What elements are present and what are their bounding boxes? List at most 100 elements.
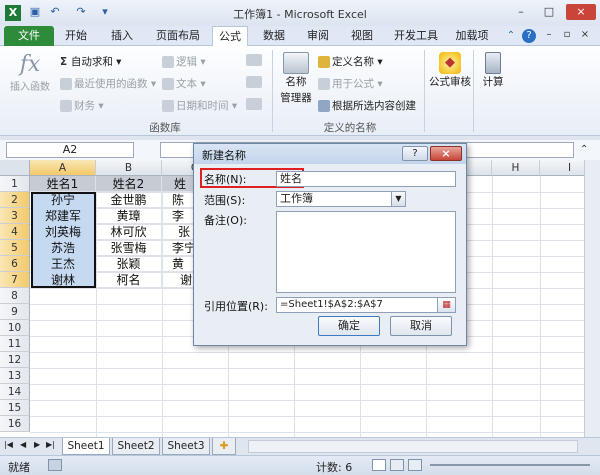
- normal-view-icon[interactable]: [372, 459, 386, 471]
- workbook-close-button[interactable]: ×: [578, 29, 592, 40]
- vertical-scrollbar[interactable]: [584, 160, 600, 437]
- horizontal-scrollbar[interactable]: [248, 440, 578, 453]
- minimize-button[interactable]: –: [510, 4, 532, 20]
- collapse-dialog-icon[interactable]: ▦: [437, 298, 455, 312]
- dropdown-arrow-icon[interactable]: ▼: [391, 192, 405, 206]
- ribbon-collapse-icon[interactable]: ⌃: [504, 29, 518, 43]
- row-header[interactable]: 16: [0, 416, 30, 432]
- tab-developer[interactable]: 开发工具: [388, 26, 444, 46]
- row-header[interactable]: 13: [0, 368, 30, 384]
- tab-addins[interactable]: 加载项: [450, 26, 494, 46]
- insert-function-button[interactable]: fx 插入函数: [6, 50, 54, 100]
- create-from-selection-button[interactable]: 根据所选内容创建: [318, 98, 416, 114]
- dialog-title-bar[interactable]: 新建名称 ? ×: [194, 144, 466, 164]
- page-break-view-icon[interactable]: [408, 459, 422, 471]
- dialog-close-button[interactable]: ×: [430, 146, 462, 161]
- logical-button[interactable]: 逻辑 ▾: [162, 54, 206, 70]
- name-input[interactable]: 姓名: [276, 171, 456, 187]
- close-button[interactable]: ×: [566, 4, 596, 20]
- cell-a5[interactable]: 苏浩: [30, 240, 96, 256]
- prev-sheet-icon[interactable]: ◀: [20, 440, 26, 449]
- sheet-tab-sheet1[interactable]: Sheet1: [62, 438, 110, 455]
- row-header[interactable]: 2: [0, 192, 30, 208]
- tab-data[interactable]: 数据: [256, 26, 292, 46]
- row-header[interactable]: 12: [0, 352, 30, 368]
- scope-select[interactable]: 工作簿 ▼: [276, 191, 406, 207]
- insert-function-label: 插入函数: [10, 82, 50, 93]
- column-header-a[interactable]: A: [30, 160, 96, 176]
- row-header[interactable]: 1: [0, 176, 30, 192]
- cell-b1[interactable]: 姓名2: [96, 176, 162, 192]
- grid-line: [492, 176, 493, 437]
- name-manager-button[interactable]: 名称 管理器: [276, 50, 316, 106]
- tab-page-layout[interactable]: 页面布局: [150, 26, 206, 46]
- formula-audit-button[interactable]: ◆ 公式审核: [428, 50, 472, 90]
- column-header-h[interactable]: H: [492, 160, 540, 176]
- cell-b4[interactable]: 林可欣: [96, 224, 162, 240]
- text-button[interactable]: 文本 ▾: [162, 76, 206, 92]
- first-sheet-icon[interactable]: |◀: [4, 440, 13, 449]
- cell-a6[interactable]: 王杰: [30, 256, 96, 272]
- name-box[interactable]: A2: [6, 142, 134, 158]
- help-icon[interactable]: ?: [522, 29, 536, 43]
- select-all-corner[interactable]: [0, 160, 30, 176]
- refers-to-input[interactable]: =Sheet1!$A$2:$A$7 ▦: [276, 297, 456, 313]
- row-header[interactable]: 4: [0, 224, 30, 240]
- math-button[interactable]: [246, 76, 262, 88]
- tab-review[interactable]: 审阅: [300, 26, 336, 46]
- zoom-slider[interactable]: [430, 464, 590, 466]
- workbook-minimize-button[interactable]: –: [542, 29, 556, 40]
- dialog-help-button[interactable]: ?: [402, 146, 428, 161]
- recent-functions-button[interactable]: 最近使用的函数 ▾: [60, 76, 156, 92]
- ok-button[interactable]: 确定: [318, 316, 380, 336]
- cell-b5[interactable]: 张雪梅: [96, 240, 162, 256]
- define-name-button[interactable]: 定义名称 ▾: [318, 54, 383, 70]
- comment-textarea[interactable]: [276, 211, 456, 293]
- refers-to-value: =Sheet1!$A$2:$A$7: [280, 299, 383, 310]
- row-header[interactable]: 6: [0, 256, 30, 272]
- calculation-button[interactable]: 计算: [476, 50, 510, 90]
- row-header[interactable]: 11: [0, 336, 30, 352]
- cell-a2[interactable]: 孙宁: [30, 192, 96, 208]
- cell-a3[interactable]: 郑建军: [30, 208, 96, 224]
- cell-b7[interactable]: 柯名: [96, 272, 162, 288]
- cell-b6[interactable]: 张颖: [96, 256, 162, 272]
- cell-a7[interactable]: 谢林: [30, 272, 96, 288]
- macro-record-icon[interactable]: [48, 459, 62, 471]
- row-header[interactable]: 5: [0, 240, 30, 256]
- autosum-button[interactable]: Σ 自动求和 ▾: [60, 54, 121, 70]
- workbook-restore-button[interactable]: ▫: [560, 29, 574, 40]
- cell-b2[interactable]: 金世鹏: [96, 192, 162, 208]
- row-header[interactable]: 7: [0, 272, 30, 288]
- next-sheet-icon[interactable]: ▶: [34, 440, 40, 449]
- row-header[interactable]: 3: [0, 208, 30, 224]
- cell-a1[interactable]: 姓名1: [30, 176, 96, 192]
- tab-home[interactable]: 开始: [58, 26, 94, 46]
- lookup-button[interactable]: [246, 54, 262, 66]
- sheet-tab-sheet2[interactable]: Sheet2: [112, 438, 160, 455]
- tab-view[interactable]: 视图: [344, 26, 380, 46]
- row-header[interactable]: 8: [0, 288, 30, 304]
- cancel-button[interactable]: 取消: [390, 316, 452, 336]
- maximize-button[interactable]: □: [538, 4, 560, 20]
- tab-file[interactable]: 文件: [4, 26, 54, 46]
- more-functions-button[interactable]: [246, 98, 262, 110]
- row-header[interactable]: 14: [0, 384, 30, 400]
- page-layout-view-icon[interactable]: [390, 459, 404, 471]
- dialog-title: 新建名称: [202, 149, 246, 162]
- row-header[interactable]: 10: [0, 320, 30, 336]
- expand-formula-bar-icon[interactable]: ⌃: [580, 144, 588, 155]
- tab-insert[interactable]: 插入: [104, 26, 140, 46]
- insert-sheet-icon[interactable]: ✚: [212, 438, 236, 455]
- datetime-button[interactable]: 日期和时间 ▾: [162, 98, 237, 114]
- last-sheet-icon[interactable]: ▶|: [46, 440, 55, 449]
- use-in-formula-button[interactable]: 用于公式 ▾: [318, 76, 383, 92]
- cell-b3[interactable]: 黄璋: [96, 208, 162, 224]
- row-header[interactable]: 9: [0, 304, 30, 320]
- cell-a4[interactable]: 刘英梅: [30, 224, 96, 240]
- row-header[interactable]: 15: [0, 400, 30, 416]
- financial-button[interactable]: 财务 ▾: [60, 98, 104, 114]
- sheet-tab-sheet3[interactable]: Sheet3: [162, 438, 210, 455]
- column-header-b[interactable]: B: [96, 160, 162, 176]
- tab-formulas[interactable]: 公式: [212, 26, 248, 46]
